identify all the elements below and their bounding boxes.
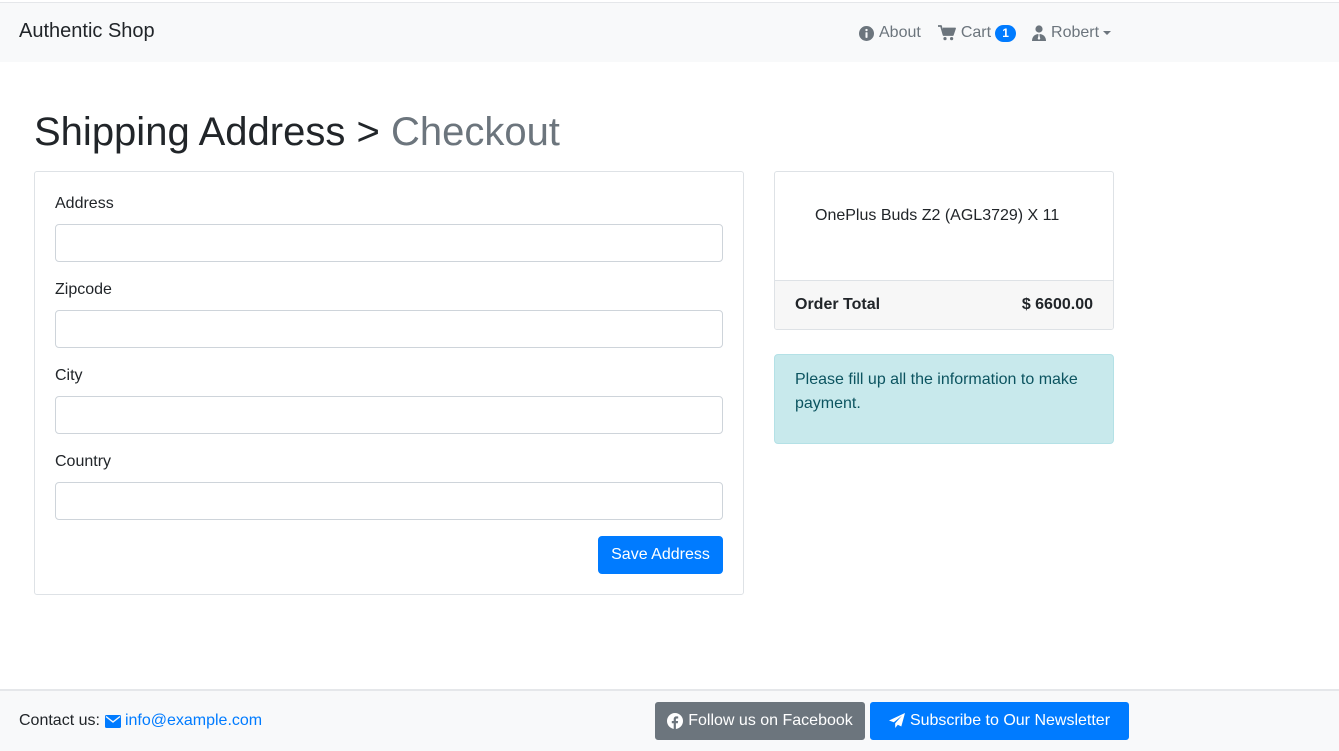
shipping-form-card: Address Zipcode City Country Save Addres…	[34, 171, 744, 595]
user-name-label: Robert	[1051, 24, 1100, 41]
order-summary-card: OnePlus Buds Z2 (AGL3729) X 11 Order Tot…	[774, 171, 1114, 330]
info-alert: Please fill up all the information to ma…	[774, 354, 1114, 444]
save-address-button[interactable]: Save Address	[598, 536, 723, 574]
navbar: Authentic Shop About Cart 1 Robert	[0, 2, 1339, 62]
zipcode-input[interactable]	[55, 310, 723, 348]
facebook-button[interactable]: Follow us on Facebook	[655, 702, 865, 740]
nav-cart-link[interactable]: Cart 1	[937, 24, 1017, 42]
city-input[interactable]	[55, 396, 723, 434]
zipcode-label: Zipcode	[55, 281, 112, 298]
paper-plane-icon	[888, 713, 905, 728]
page-title: Shipping Address > Checkout	[34, 108, 560, 156]
contact-label: Contact us:	[19, 712, 100, 729]
order-total-label: Order Total	[795, 296, 881, 313]
nav-links: About Cart 1 Robert	[859, 21, 1112, 45]
country-input[interactable]	[55, 482, 723, 520]
page-title-main: Shipping Address >	[34, 110, 380, 154]
order-total-row: Order Total $ 6600.00	[775, 280, 1113, 329]
email-link[interactable]: info@example.com	[104, 712, 263, 730]
nav-about-label: About	[879, 24, 921, 41]
contact-info: Contact us: info@example.com	[19, 712, 262, 730]
chevron-down-icon	[1103, 31, 1112, 35]
city-label: City	[55, 367, 83, 384]
info-circle-icon	[859, 25, 874, 41]
envelope-icon	[104, 714, 121, 728]
shopping-cart-icon	[937, 25, 956, 41]
email-address: info@example.com	[124, 712, 263, 729]
page-title-sub: Checkout	[390, 110, 560, 154]
user-dropdown-toggle[interactable]: Robert	[1032, 24, 1112, 42]
order-total-value: $ 6600.00	[1021, 296, 1093, 313]
brand-link[interactable]: Authentic Shop	[19, 20, 155, 43]
address-input[interactable]	[55, 224, 723, 262]
page: Authentic Shop About Cart 1 Robert Shipp…	[0, 0, 1339, 751]
user-tie-icon	[1032, 25, 1047, 41]
address-label: Address	[55, 195, 114, 212]
facebook-button-label: Follow us on Facebook	[688, 712, 853, 729]
newsletter-button[interactable]: Subscribe to Our Newsletter	[870, 702, 1129, 740]
facebook-icon	[667, 713, 684, 729]
newsletter-button-label: Subscribe to Our Newsletter	[909, 712, 1111, 729]
nav-about-link[interactable]: About	[859, 24, 921, 42]
cart-count-badge: 1	[995, 24, 1017, 42]
order-item: OnePlus Buds Z2 (AGL3729) X 11	[815, 207, 1060, 224]
nav-cart-label: Cart	[960, 24, 992, 41]
footer: Contact us: info@example.com Follow us o…	[0, 689, 1339, 751]
country-label: Country	[55, 453, 112, 470]
